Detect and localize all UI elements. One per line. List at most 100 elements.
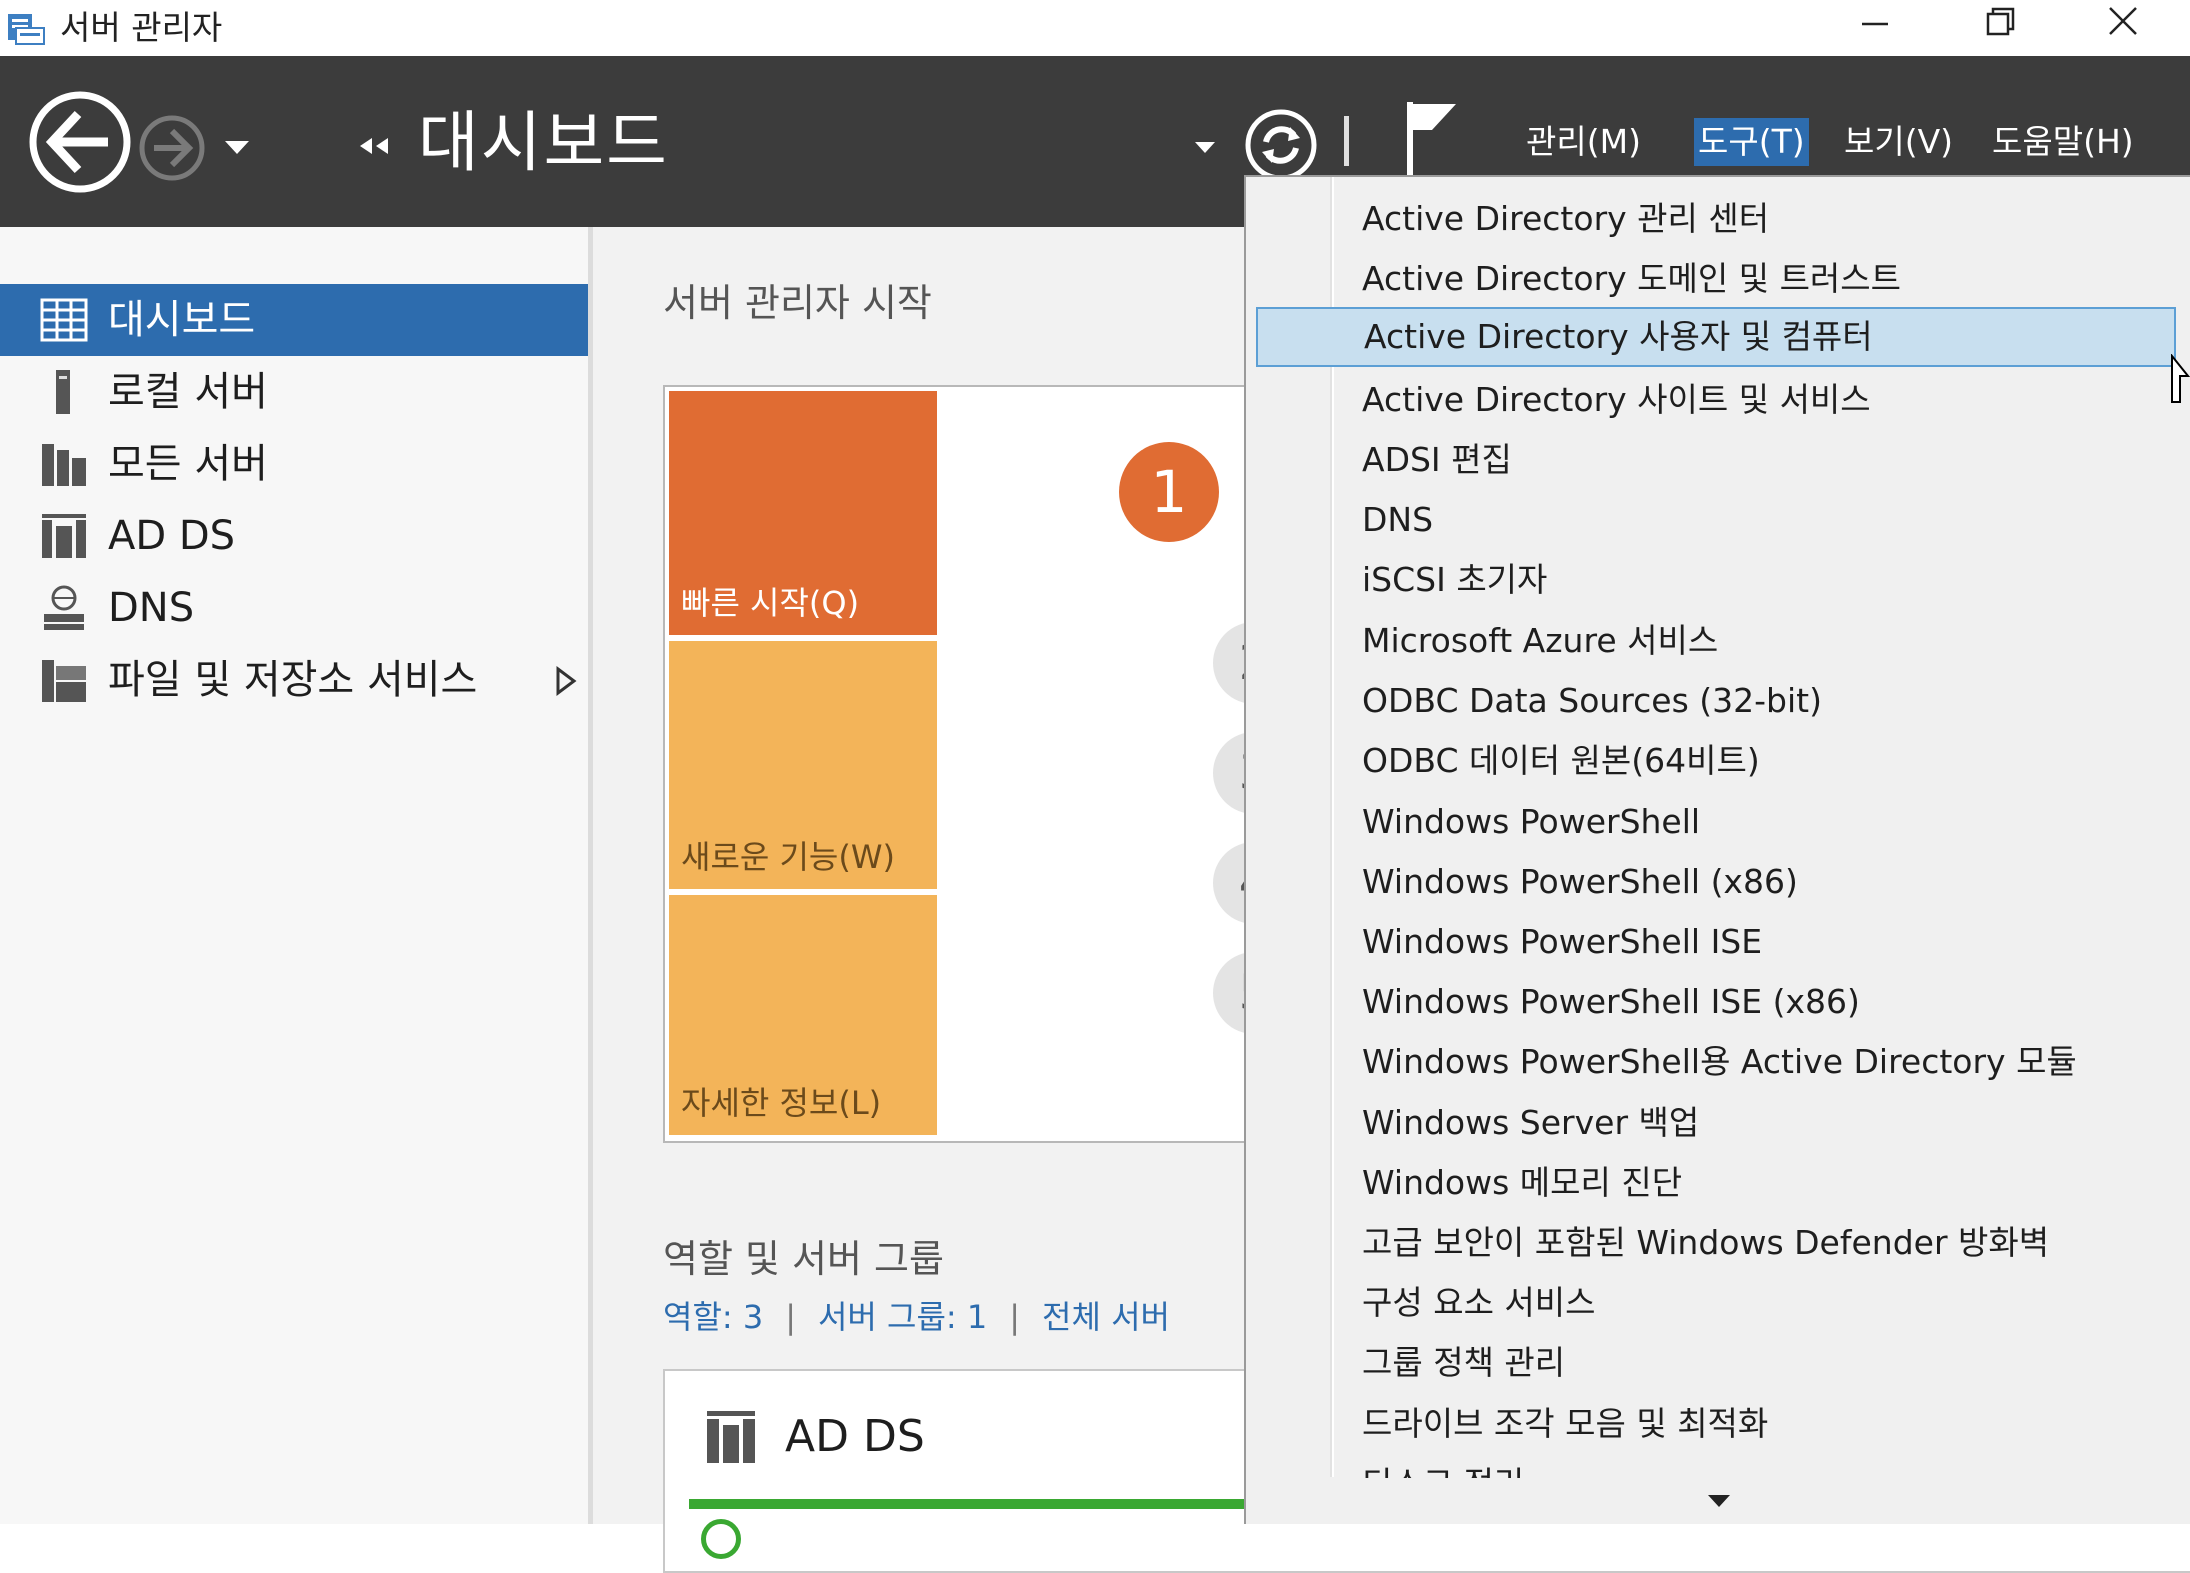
forward-arrow-icon[interactable]: [138, 114, 206, 182]
breadcrumb-arrows-icon: [360, 138, 388, 154]
menu-item-ad-users-computers[interactable]: Active Directory 사용자 및 컴퓨터: [1256, 307, 2176, 367]
menu-item-label: Windows PowerShell ISE (x86): [1362, 982, 1860, 1021]
menu-item-odbc-32[interactable]: ODBC Data Sources (32-bit): [1256, 671, 2176, 731]
breadcrumb-dropdown-icon[interactable]: [1190, 132, 1220, 162]
menu-item-label: iSCSI 초기자: [1362, 560, 1548, 599]
menu-item-label: Active Directory 관리 센터: [1362, 199, 1770, 238]
sidebar-item-file-storage[interactable]: 파일 및 저장소 서비스: [0, 644, 588, 716]
sidebar-item-label: 파일 및 저장소 서비스: [108, 657, 478, 703]
menu-item-label: ODBC 데이터 원본(64비트): [1362, 741, 1760, 780]
menu-item-iscsi-initiator[interactable]: iSCSI 초기자: [1256, 550, 2176, 610]
nav-dropdown-icon[interactable]: [222, 132, 252, 162]
menu-item-label: Active Directory 도메인 및 트러스트: [1362, 259, 1902, 298]
menu-item-powershell-ise[interactable]: Windows PowerShell ISE: [1256, 912, 2176, 972]
minimize-button[interactable]: [1830, 0, 1920, 50]
close-button[interactable]: [2078, 0, 2168, 50]
window-title: 서버 관리자: [60, 8, 223, 47]
menu-item-ad-admin-center[interactable]: Active Directory 관리 센터: [1256, 189, 2176, 249]
menu-item-powershell-ad-module[interactable]: Windows PowerShell용 Active Directory 모듈: [1256, 1032, 2176, 1092]
dashboard-grid-icon: [40, 298, 88, 342]
menu-item-dns[interactable]: DNS: [1256, 490, 2176, 550]
roles-count[interactable]: 역할: 3: [663, 1298, 763, 1336]
sidebar-item-all-servers[interactable]: 모든 서버: [0, 428, 588, 500]
menu-item-defender-firewall[interactable]: 고급 보안이 포함된 Windows Defender 방화벽: [1256, 1213, 2176, 1273]
expand-arrow-icon[interactable]: [554, 666, 578, 696]
menu-item-label: 디스크 정리: [1362, 1454, 1524, 1478]
menu-item-powershell[interactable]: Windows PowerShell: [1256, 792, 2176, 852]
ad-ds-icon: [42, 514, 86, 558]
roles-stats: 역할: 3 | 서버 그룹: 1 | 전체 서버: [663, 1295, 1170, 1339]
menu-item-powershell-ise-x86[interactable]: Windows PowerShell ISE (x86): [1256, 972, 2176, 1032]
sidebar-item-local-server[interactable]: 로컬 서버: [0, 356, 588, 428]
menu-item-label: 고급 보안이 포함된 Windows Defender 방화벽: [1362, 1223, 2050, 1262]
menu-item-label: ODBC Data Sources (32-bit): [1362, 681, 1822, 720]
all-servers-icon: [42, 444, 86, 486]
file-storage-icon: [42, 660, 86, 702]
menu-item-azure-services[interactable]: Microsoft Azure 서비스: [1256, 611, 2176, 671]
menu-item-group-policy[interactable]: 그룹 정책 관리: [1256, 1333, 2176, 1393]
dns-icon: [44, 585, 84, 630]
header-separator: [1344, 116, 1349, 166]
sidebar-item-label: AD DS: [108, 513, 236, 559]
total-servers[interactable]: 전체 서버: [1042, 1298, 1170, 1336]
notifications-flag-icon[interactable]: [1404, 100, 1460, 186]
step-1-badge: 1: [1119, 442, 1219, 542]
menu-manage[interactable]: 관리(M): [1522, 118, 1645, 166]
menu-item-memory-diagnostic[interactable]: Windows 메모리 진단: [1256, 1153, 2176, 1213]
sidebar-item-ad-ds[interactable]: AD DS: [0, 500, 588, 572]
local-server-icon: [56, 370, 70, 414]
menu-item-powershell-x86[interactable]: Windows PowerShell (x86): [1256, 852, 2176, 912]
menu-item-disk-cleanup[interactable]: 디스크 정리: [1256, 1454, 2176, 1478]
tile-label: 빠른 시작(Q): [681, 584, 860, 622]
roles-section-title: 역할 및 서버 그룹: [663, 1237, 944, 1281]
quick-start-tile[interactable]: 빠른 시작(Q): [669, 391, 937, 635]
sidebar-item-dashboard[interactable]: 대시보드: [0, 284, 588, 356]
server-manager-app-icon: [8, 14, 45, 45]
sidebar-item-label: 로컬 서버: [108, 369, 268, 415]
menu-item-adsi-edit[interactable]: ADSI 편집: [1256, 430, 2176, 490]
tile-label: 자세한 정보(L): [681, 1084, 882, 1122]
mouse-cursor-icon: [2171, 354, 2190, 403]
breadcrumb-title: 대시보드: [418, 104, 669, 181]
sidebar-item-dns[interactable]: DNS: [0, 572, 588, 644]
menu-item-label: Active Directory 사용자 및 컴퓨터: [1364, 317, 1873, 356]
menu-item-ad-sites-services[interactable]: Active Directory 사이트 및 서비스: [1256, 370, 2176, 430]
menu-item-label: DNS: [1362, 500, 1434, 539]
stats-separator: |: [785, 1298, 796, 1336]
tile-label: 새로운 기능(W): [681, 838, 895, 876]
menu-view[interactable]: 보기(V): [1840, 118, 1957, 166]
menu-item-ad-domains-trusts[interactable]: Active Directory 도메인 및 트러스트: [1256, 249, 2176, 309]
sidebar-item-label: 모든 서버: [108, 441, 268, 487]
refresh-icon[interactable]: [1244, 108, 1318, 182]
menu-help[interactable]: 도움말(H): [1988, 118, 2138, 166]
menu-item-label: Windows PowerShell: [1362, 802, 1701, 841]
minimize-icon: [1862, 22, 1888, 26]
menu-item-label: Microsoft Azure 서비스: [1362, 621, 1719, 660]
groups-count[interactable]: 서버 그룹: 1: [818, 1298, 987, 1336]
menu-item-server-backup[interactable]: Windows Server 백업: [1256, 1093, 2176, 1153]
tools-dropdown-menu: Active Directory 관리 센터 Active Directory …: [1244, 175, 2190, 1524]
title-bar: 서버 관리자: [0, 0, 2190, 56]
restore-button[interactable]: [1952, 0, 2042, 50]
ad-ds-icon: [707, 1411, 755, 1463]
whats-new-tile[interactable]: 새로운 기능(W): [669, 641, 937, 889]
menu-item-label: Windows PowerShell용 Active Directory 모듈: [1362, 1042, 2077, 1081]
menu-tools[interactable]: 도구(T): [1694, 118, 1809, 166]
restore-icon: [1986, 7, 2015, 36]
menu-item-defragment[interactable]: 드라이브 조각 모음 및 최적화: [1256, 1394, 2176, 1454]
back-arrow-icon[interactable]: [28, 90, 132, 194]
welcome-section-title: 서버 관리자 시작: [663, 281, 932, 325]
status-ok-icon: [701, 1519, 741, 1559]
menu-item-label: 드라이브 조각 모음 및 최적화: [1362, 1404, 1769, 1443]
menu-item-component-services[interactable]: 구성 요소 서비스: [1256, 1273, 2176, 1333]
close-icon: [2109, 7, 2137, 35]
menu-item-label: Windows 메모리 진단: [1362, 1163, 1683, 1202]
learn-more-tile[interactable]: 자세한 정보(L): [669, 895, 937, 1135]
menu-item-label: Windows PowerShell ISE: [1362, 922, 1763, 961]
menu-item-label: Windows Server 백업: [1362, 1103, 1700, 1142]
menu-scroll-down-icon[interactable]: [1706, 1493, 1732, 1509]
menu-item-label: Active Directory 사이트 및 서비스: [1362, 380, 1871, 419]
menu-item-odbc-64[interactable]: ODBC 데이터 원본(64비트): [1256, 731, 2176, 791]
menu-item-label: 구성 요소 서비스: [1362, 1283, 1596, 1322]
sidebar-item-label: DNS: [108, 585, 195, 631]
